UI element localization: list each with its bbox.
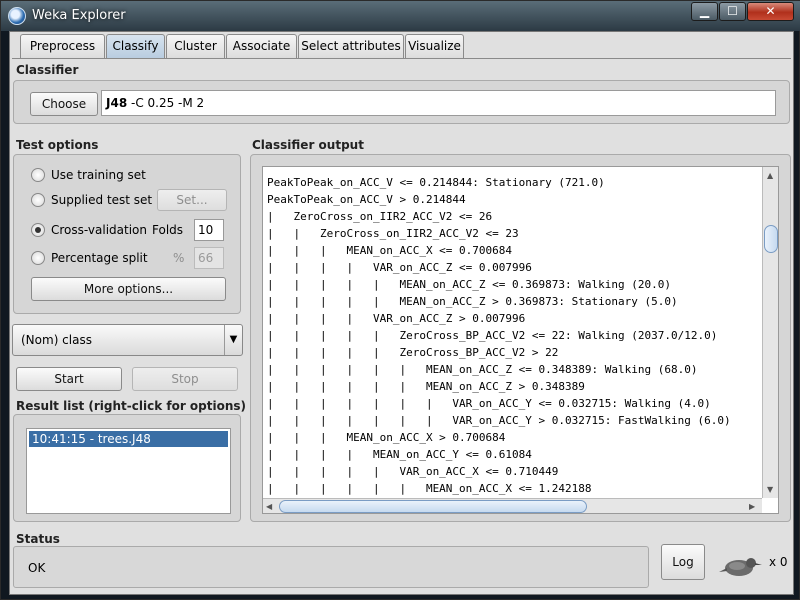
log-button[interactable]: Log (661, 544, 705, 580)
minimize-button[interactable]: ▁ (691, 2, 718, 21)
output-line: | | | | | | | VAR_on_ACC_Y <= 0.032715: … (267, 397, 711, 410)
tab-preprocess[interactable]: Preprocess (20, 34, 105, 58)
output-line: PeakToPeak_on_ACC_V > 0.214844 (267, 193, 466, 206)
task-count: x 0 (769, 555, 788, 569)
output-vertical-scrollbar[interactable]: ▲ ▼ (762, 167, 778, 498)
output-line: | | | | | | MEAN_on_ACC_Z > 0.348389 (267, 380, 585, 393)
output-horizontal-scrollbar[interactable]: ◀ ▶ (263, 498, 762, 513)
tab-associate[interactable]: Associate (226, 34, 297, 58)
output-line: | | | | | | MEAN_on_ACC_Z <= 0.348389: W… (267, 363, 698, 376)
status-section-label: Status (16, 532, 60, 546)
result-list-section-label: Result list (right-click for options) (16, 399, 247, 413)
start-button[interactable]: Start (16, 367, 122, 391)
weka-bird-icon (719, 558, 762, 576)
status-text: OK (28, 561, 46, 575)
output-line: | | | | | ZeroCross_BP_ACC_V2 <= 22: Wal… (267, 329, 718, 342)
output-line: | ZeroCross_on_IIR2_ACC_V2 <= 26 (267, 210, 493, 223)
folds-input[interactable]: 10 (194, 219, 224, 241)
title-bar[interactable]: Weka Explorer ▁ ☐ ✕ (1, 1, 800, 31)
output-line: | | | | | VAR_on_ACC_X <= 0.710449 (267, 465, 559, 478)
maximize-button[interactable]: ☐ (719, 2, 746, 21)
status-bar: OK (13, 546, 649, 588)
output-line: | | | | | | MEAN_on_ACC_X <= 1.242188 (267, 482, 592, 495)
output-line: | | | | | MEAN_on_ACC_Z > 0.369873: Stat… (267, 295, 678, 308)
percentage-split-option[interactable]: Percentage split (31, 249, 151, 269)
set-test-set-button[interactable]: Set... (157, 189, 227, 211)
tab-cluster[interactable]: Cluster (166, 34, 225, 58)
output-line: | | | | VAR_on_ACC_Z <= 0.007996 (267, 261, 532, 274)
cross-validation-label: Cross-validation (51, 223, 147, 237)
tab-classify[interactable]: Classify (106, 34, 165, 58)
more-options-button[interactable]: More options... (31, 277, 226, 301)
class-attribute-value: (Nom) class (21, 333, 92, 347)
supplied-test-set-option[interactable]: Supplied test set (31, 191, 171, 211)
class-attribute-select[interactable]: (Nom) class ▼ (12, 324, 243, 356)
result-list-item[interactable]: 10:41:15 - trees.J48 (29, 431, 228, 447)
classifier-section-label: Classifier (16, 63, 79, 77)
window-title: Weka Explorer (32, 8, 126, 23)
test-options-panel: Use training set Supplied test set Set..… (13, 154, 241, 314)
percentage-input[interactable]: 66 (194, 247, 224, 269)
scroll-right-icon[interactable]: ▶ (749, 502, 755, 511)
output-line: | | ZeroCross_on_IIR2_ACC_V2 <= 23 (267, 227, 519, 240)
scroll-up-icon[interactable]: ▲ (767, 171, 773, 180)
folds-label: Folds (152, 223, 184, 237)
main-panel: Preprocess Classify Cluster Associate Se… (9, 31, 794, 595)
cross-validation-option[interactable]: Cross-validation (31, 221, 151, 241)
classifier-panel: Choose J48 -C 0.25 -M 2 (13, 80, 790, 124)
classifier-name: J48 (106, 96, 128, 110)
result-list-panel: 10:41:15 - trees.J48 (13, 414, 241, 522)
tab-visualize[interactable]: Visualize (405, 34, 464, 58)
scroll-left-icon[interactable]: ◀ (266, 502, 272, 511)
weka-logo-icon (8, 7, 26, 25)
use-training-set-label: Use training set (51, 168, 146, 182)
percent-symbol: % (173, 251, 185, 265)
choose-button[interactable]: Choose (30, 92, 98, 116)
output-line: | | | | MEAN_on_ACC_Y <= 0.61084 (267, 448, 532, 461)
tab-divider (12, 58, 791, 59)
classifier-output-text[interactable]: PeakToPeak_on_ACC_V <= 0.214844: Station… (262, 166, 779, 514)
output-line: | | | | | ZeroCross_BP_ACC_V2 > 22 (267, 346, 559, 359)
stop-button[interactable]: Stop (132, 367, 238, 391)
output-line: | | | MEAN_on_ACC_X <= 0.700684 (267, 244, 513, 257)
scroll-down-icon[interactable]: ▼ (767, 485, 773, 494)
cross-validation-radio[interactable] (31, 223, 45, 237)
close-button[interactable]: ✕ (747, 2, 794, 21)
classifier-output-panel: PeakToPeak_on_ACC_V <= 0.214844: Station… (250, 154, 791, 522)
use-training-set-radio[interactable] (31, 168, 45, 182)
vertical-scroll-thumb[interactable] (764, 225, 778, 253)
chevron-down-icon[interactable]: ▼ (224, 325, 242, 355)
output-lines: PeakToPeak_on_ACC_V <= 0.214844: Station… (267, 174, 731, 497)
output-line: | | | | | MEAN_on_ACC_Z <= 0.369873: Wal… (267, 278, 671, 291)
use-training-set-option[interactable]: Use training set (31, 166, 191, 186)
supplied-test-set-radio[interactable] (31, 193, 45, 207)
output-line: | | | | | | | VAR_on_ACC_Y > 0.032715: F… (267, 414, 731, 427)
output-line: | | | | VAR_on_ACC_Z > 0.007996 (267, 312, 526, 325)
percentage-split-radio[interactable] (31, 251, 45, 265)
output-line: | | | MEAN_on_ACC_X > 0.700684 (267, 431, 506, 444)
classifier-output-section-label: Classifier output (252, 138, 364, 152)
horizontal-scroll-thumb[interactable] (279, 500, 587, 513)
result-list[interactable]: 10:41:15 - trees.J48 (26, 428, 231, 514)
classifier-config-field[interactable]: J48 -C 0.25 -M 2 (101, 90, 776, 116)
classifier-options: -C 0.25 -M 2 (127, 96, 205, 110)
percentage-split-label: Percentage split (51, 251, 148, 265)
test-options-section-label: Test options (16, 138, 99, 152)
tab-select-attributes[interactable]: Select attributes (298, 34, 404, 58)
supplied-test-set-label: Supplied test set (51, 193, 153, 207)
weka-explorer-window: Weka Explorer ▁ ☐ ✕ Preprocess Classify … (0, 0, 800, 600)
output-line: PeakToPeak_on_ACC_V <= 0.214844: Station… (267, 176, 605, 189)
